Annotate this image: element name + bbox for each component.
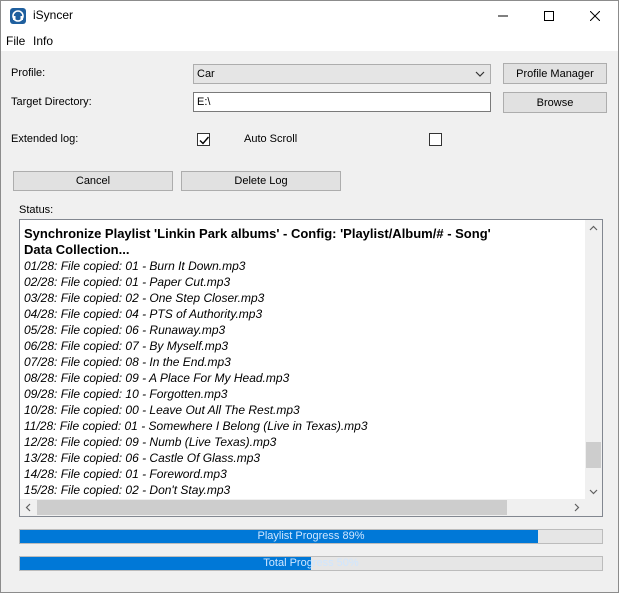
- vertical-scroll-thumb[interactable]: [586, 442, 601, 468]
- scroll-corner: [585, 499, 602, 516]
- checkmark-icon: [199, 136, 210, 145]
- target-directory-value: E:\: [197, 96, 211, 108]
- playlist-progress-bar: Playlist Progress 89%: [19, 529, 603, 544]
- log-heading: Synchronize Playlist 'Linkin Park albums…: [24, 226, 491, 241]
- log-subheading: Data Collection...: [24, 242, 130, 257]
- log-line: 10/28: File copied: 00 - Leave Out All T…: [24, 403, 300, 417]
- cancel-button[interactable]: Cancel: [13, 171, 173, 191]
- maximize-button[interactable]: [526, 1, 572, 31]
- log-line: 07/28: File copied: 08 - In the End.mp3: [24, 355, 231, 369]
- profile-dropdown[interactable]: Car: [193, 64, 491, 84]
- log-content: Synchronize Playlist 'Linkin Park albums…: [24, 220, 586, 498]
- log-line: 14/28: File copied: 01 - Foreword.mp3: [24, 467, 227, 481]
- scroll-down-icon[interactable]: [589, 489, 598, 495]
- profile-label: Profile:: [11, 67, 46, 79]
- profile-manager-button[interactable]: Profile Manager: [503, 63, 607, 84]
- extended-log-checkbox[interactable]: [197, 133, 210, 146]
- status-log[interactable]: Synchronize Playlist 'Linkin Park albums…: [19, 219, 603, 517]
- log-line: 01/28: File copied: 01 - Burn It Down.mp…: [24, 259, 246, 273]
- log-line: 03/28: File copied: 02 - One Step Closer…: [24, 291, 265, 305]
- playlist-progress-text: Playlist Progress 89%: [257, 530, 365, 542]
- log-line: 06/28: File copied: 07 - By Myself.mp3: [24, 339, 229, 353]
- menu-bar: File Info: [1, 31, 618, 51]
- maximize-icon: [544, 11, 554, 21]
- log-line: 11/28: File copied: 01 - Somewhere I Bel…: [24, 419, 368, 433]
- target-directory-label: Target Directory:: [11, 96, 92, 108]
- log-line: 04/28: File copied: 04 - PTS of Authorit…: [24, 307, 263, 321]
- minimize-icon: [498, 15, 508, 17]
- window-title: iSyncer: [33, 8, 74, 22]
- browse-button[interactable]: Browse: [503, 92, 607, 113]
- extended-log-label: Extended log:: [11, 133, 79, 145]
- scroll-up-icon[interactable]: [589, 225, 598, 231]
- log-line: 15/28: File copied: 02 - Don't Stay.mp3: [24, 483, 231, 497]
- total-progress-text: Total Progress 50%: [263, 557, 359, 569]
- log-line: 13/28: File copied: 06 - Castle Of Glass…: [24, 451, 261, 465]
- auto-scroll-checkbox[interactable]: [429, 133, 442, 146]
- horizontal-scroll-thumb[interactable]: [37, 500, 507, 515]
- status-label: Status:: [19, 204, 54, 216]
- close-button[interactable]: [572, 1, 618, 31]
- log-lines: 01/28: File copied: 01 - Burn It Down.mp…: [24, 258, 586, 498]
- menu-file[interactable]: File: [6, 34, 25, 48]
- horizontal-scrollbar[interactable]: [20, 499, 586, 516]
- menu-info[interactable]: Info: [33, 34, 53, 48]
- chevron-down-icon: [475, 71, 485, 77]
- log-line: 12/28: File copied: 09 - Numb (Live Texa…: [24, 435, 277, 449]
- title-bar[interactable]: iSyncer: [1, 1, 618, 31]
- log-line: 02/28: File copied: 01 - Paper Cut.mp3: [24, 275, 231, 289]
- close-icon: [590, 11, 600, 21]
- vertical-scrollbar[interactable]: [585, 220, 602, 500]
- app-window: iSyncer File Info Profile: Car Profile M…: [0, 0, 619, 593]
- app-logo-icon: [10, 8, 26, 24]
- total-progress-bar: Total Progress 50%: [19, 556, 603, 571]
- minimize-button[interactable]: [480, 1, 526, 31]
- target-directory-input[interactable]: E:\: [193, 92, 491, 112]
- scroll-right-icon[interactable]: [574, 503, 580, 512]
- profile-value: Car: [197, 68, 215, 80]
- log-line: 09/28: File copied: 10 - Forgotten.mp3: [24, 387, 228, 401]
- scroll-left-icon[interactable]: [25, 503, 31, 512]
- auto-scroll-label: Auto Scroll: [244, 133, 298, 145]
- log-line: 08/28: File copied: 09 - A Place For My …: [24, 371, 290, 385]
- log-line: 05/28: File copied: 06 - Runaway.mp3: [24, 323, 226, 337]
- delete-log-button[interactable]: Delete Log: [181, 171, 341, 191]
